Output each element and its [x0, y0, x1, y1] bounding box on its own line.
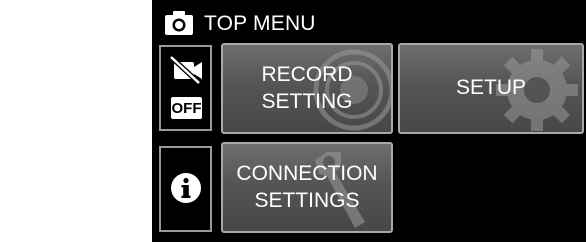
record-setting-label: RECORD SETTING [261, 63, 353, 113]
connection-settings-button[interactable]: CONNECTION SETTINGS [221, 142, 393, 233]
connection-settings-label: CONNECTION SETTINGS [236, 162, 378, 212]
off-badge: OFF [171, 97, 202, 119]
camera-off-icon [169, 55, 202, 85]
setup-button[interactable]: SETUP [398, 43, 584, 134]
info-icon [171, 173, 201, 203]
menu-header: TOP MENU [164, 8, 316, 38]
page-title: TOP MENU [204, 11, 316, 35]
video-off-toggle[interactable]: OFF [159, 45, 212, 131]
camera-icon [165, 11, 193, 35]
camera-menu-screen: TOP MENU OFF RECORD SETTING SETUP CONNEC… [152, 0, 586, 242]
info-button[interactable] [159, 146, 212, 232]
setup-label: SETUP [455, 76, 526, 100]
record-setting-button[interactable]: RECORD SETTING [221, 43, 393, 134]
